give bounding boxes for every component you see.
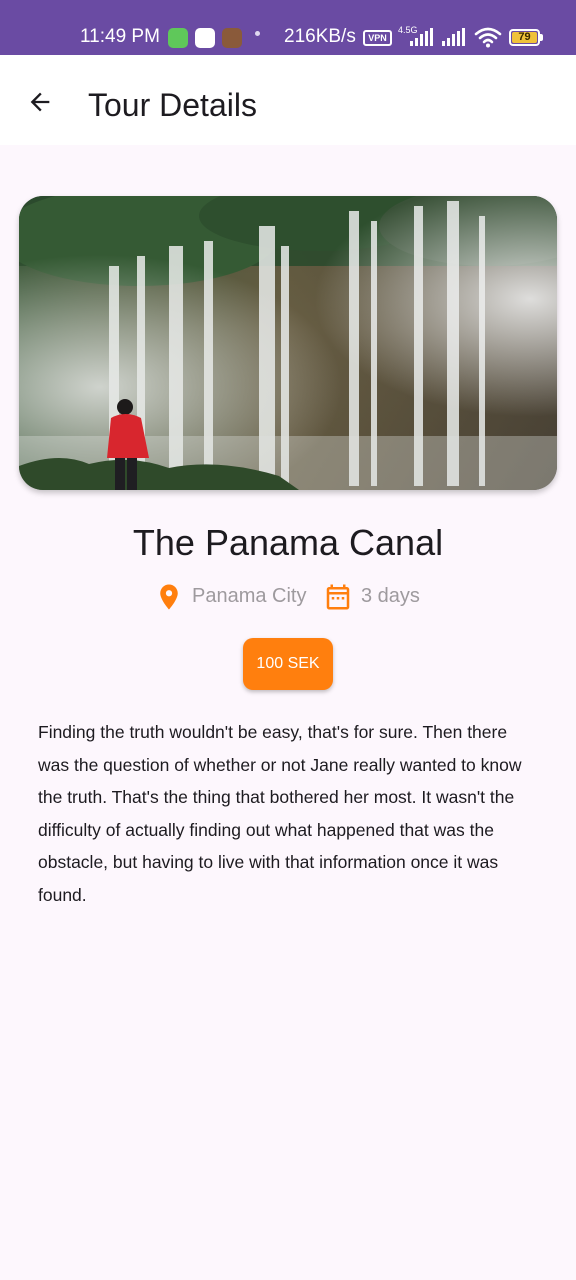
signal-icon [410, 28, 433, 46]
tour-image [19, 196, 557, 490]
notification-dot [255, 31, 260, 36]
arrow-left-icon [30, 92, 50, 112]
back-button[interactable] [20, 82, 60, 122]
status-time: 11:49 PM [80, 26, 160, 47]
tour-location: Panama City [192, 585, 307, 607]
map-pin-icon [160, 584, 178, 610]
price-button[interactable]: 100 SEK [243, 638, 333, 690]
tour-duration: 3 days [361, 585, 420, 607]
signal-icon [442, 28, 465, 46]
tour-meta: Panama City 3 days [0, 582, 576, 612]
notification-app-icon [168, 28, 188, 48]
v-app-icon [195, 28, 215, 48]
page-title: Tour Details [88, 87, 257, 123]
battery-level: 79 [518, 31, 531, 43]
battery-icon: 79 [509, 29, 540, 46]
app-bar: Tour Details [0, 55, 576, 145]
vpn-badge: VPN [363, 30, 392, 46]
game-app-icon [222, 28, 242, 48]
network-speed: 216KB/s [284, 26, 356, 47]
tour-description: Finding the truth wouldn't be easy, that… [38, 722, 522, 905]
tour-title: The Panama Canal [132, 522, 444, 563]
calendar-icon [326, 584, 350, 610]
status-bar: 11:49 PM 216KB/s VPN 4.5G 79 [0, 0, 576, 55]
wifi-icon [474, 27, 502, 48]
